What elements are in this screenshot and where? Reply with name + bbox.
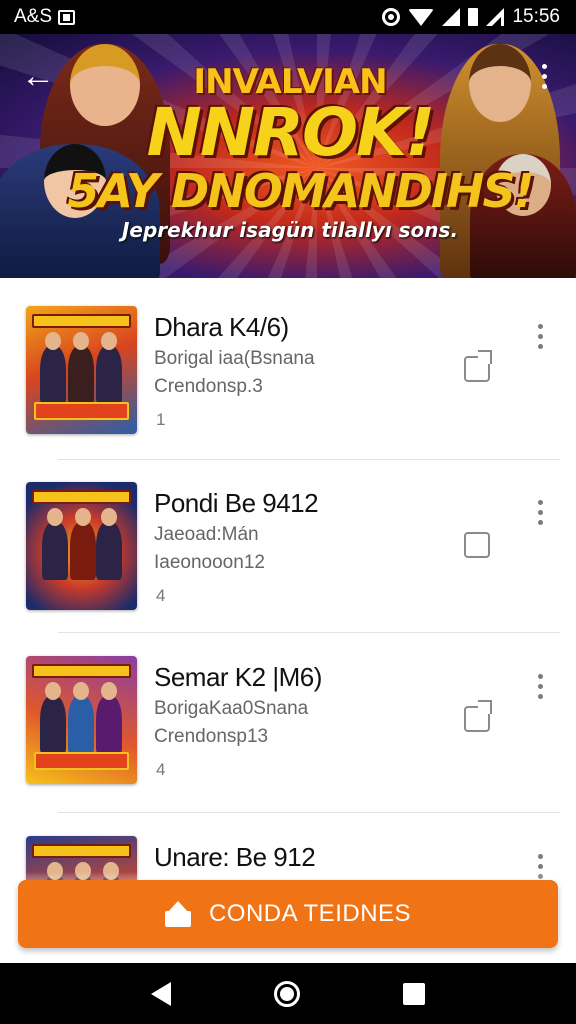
hero-banner: INVALVIAN NNROK! 5AY DNOMANDIHS! Jeprekh… <box>0 34 576 278</box>
item-more-icon[interactable] <box>526 316 554 356</box>
nav-back-icon[interactable] <box>151 981 172 1006</box>
wifi-icon <box>408 8 435 26</box>
game-thumbnail[interactable] <box>26 656 137 784</box>
list-item[interactable]: Pondi Be 9412 Jaeoad:Mán Iaeonooon12 4 <box>0 454 576 628</box>
status-time: 15:56 <box>512 6 560 27</box>
item-subtitle: Borigal iaa(Bsnana <box>154 348 315 369</box>
status-left-text: A&S <box>14 6 53 27</box>
list-item[interactable]: Dhara K4/6) Borigal iaa(Bsnana Crendonsp… <box>0 278 576 452</box>
item-count: 4 <box>156 586 166 605</box>
item-meta: Crendonsp.3 <box>154 376 263 397</box>
back-arrow-icon[interactable]: ← <box>18 56 58 96</box>
item-more-icon[interactable] <box>526 492 554 532</box>
item-subtitle: Jaeoad:Mán <box>154 524 259 545</box>
primary-action-button[interactable]: CONDA TEIDNES <box>18 880 558 948</box>
more-vert-icon[interactable] <box>526 56 562 96</box>
game-list: Dhara K4/6) Borigal iaa(Bsnana Crendonsp… <box>0 278 576 963</box>
item-title: Pondi Be 9412 <box>154 488 319 518</box>
item-subtitle: BorigaKaa0Snana <box>154 698 309 719</box>
system-nav-bar <box>0 963 576 1024</box>
notification-icon <box>58 9 76 25</box>
signal-icon <box>442 8 461 26</box>
alarm-icon <box>382 8 401 26</box>
item-title: Dhara K4/6) <box>154 312 289 342</box>
nav-home-icon[interactable] <box>273 980 300 1007</box>
game-thumbnail[interactable] <box>26 306 137 434</box>
battery-icon <box>468 8 479 26</box>
signal-secondary-icon <box>486 8 505 26</box>
home-icon <box>164 901 191 927</box>
banner-line-2: NNROK! <box>146 94 436 171</box>
item-count: 1 <box>156 410 166 429</box>
primary-action-label: CONDA TEIDNES <box>208 900 412 927</box>
banner-line-3: 5AY DNOMANDIHS! <box>67 164 534 218</box>
item-title: Unare: Be 912 <box>154 842 316 872</box>
status-bar: A&S 15:56 <box>0 0 576 34</box>
share-icon[interactable] <box>460 350 494 384</box>
list-item[interactable]: Semar K2 |M6) BorigaKaa0Snana Crendonsp1… <box>0 628 576 802</box>
checkbox-icon[interactable] <box>460 526 494 560</box>
cta-container: CONDA TEIDNES <box>0 872 576 963</box>
item-meta: Iaeonooon12 <box>154 552 265 573</box>
item-title: Semar K2 |M6) <box>154 662 322 692</box>
game-thumbnail[interactable] <box>26 482 137 610</box>
item-count: 4 <box>156 760 166 779</box>
banner-tagline: Jeprekhur isagün tilallyı sons. <box>121 218 459 242</box>
nav-recents-icon[interactable] <box>402 982 425 1005</box>
item-more-icon[interactable] <box>526 666 554 706</box>
item-meta: Crendonsp13 <box>154 726 269 747</box>
share-icon[interactable] <box>460 700 494 734</box>
